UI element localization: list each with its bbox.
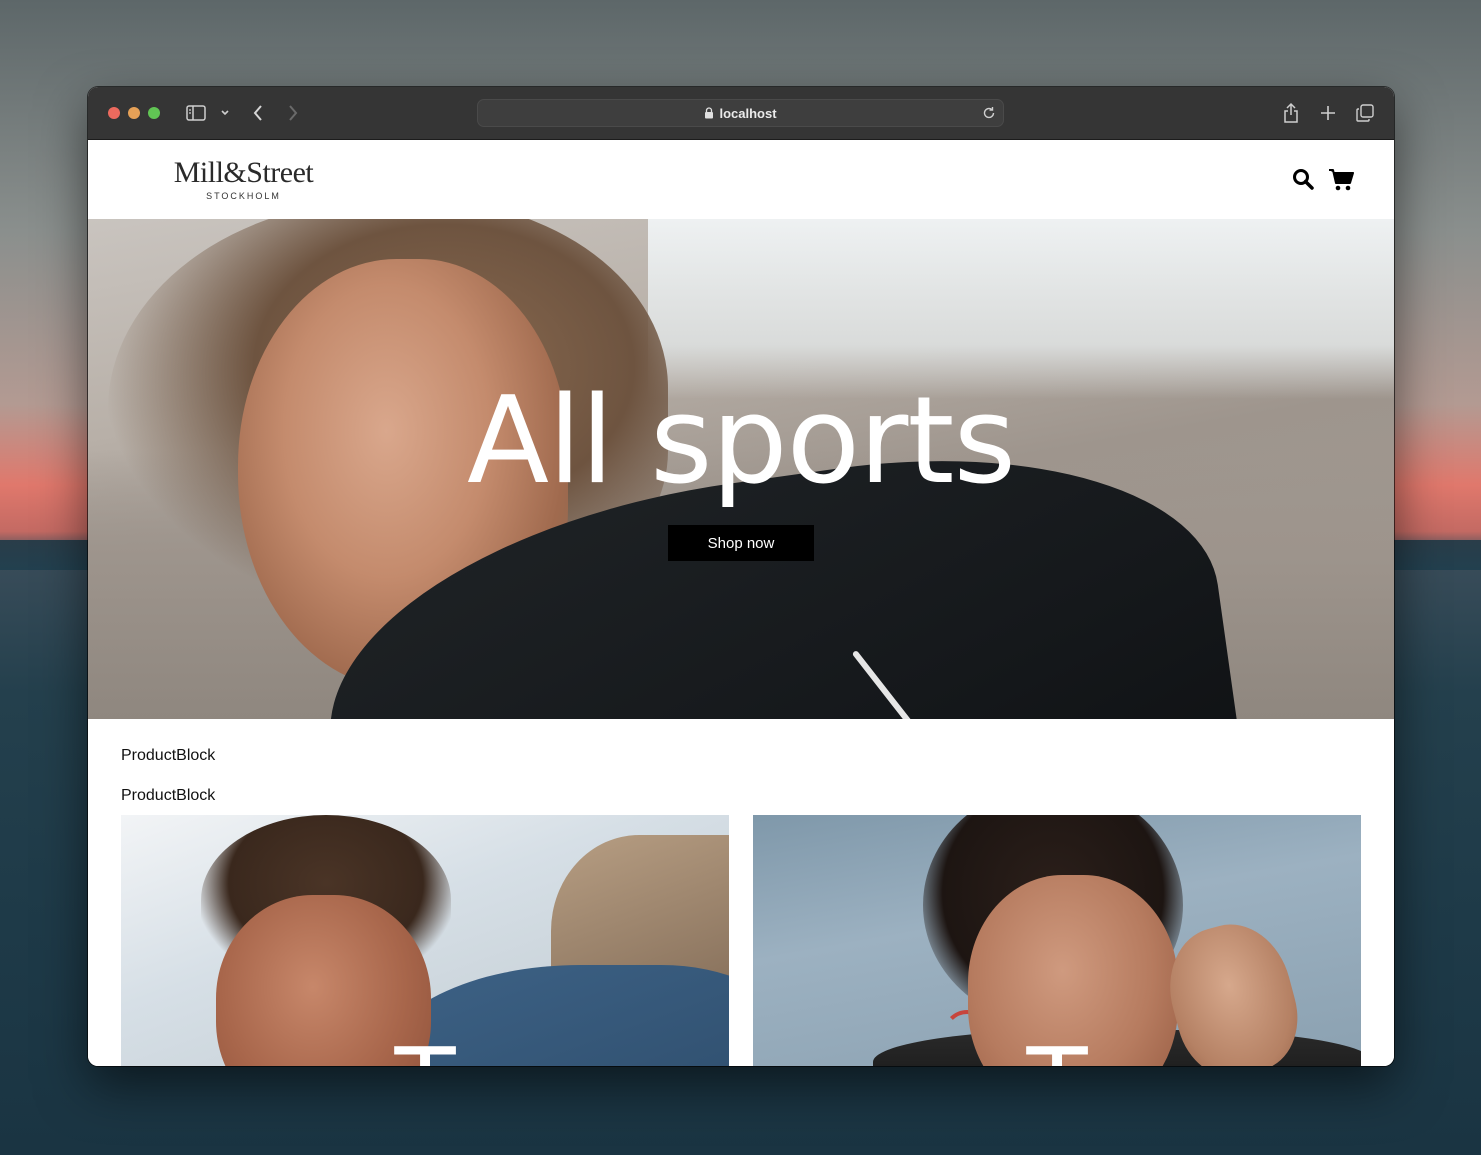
logo-subtitle: STOCKHOLM <box>206 191 281 201</box>
chevron-down-icon[interactable] <box>218 101 232 125</box>
address-bar[interactable]: localhost <box>477 99 1004 127</box>
reload-icon[interactable] <box>981 105 997 121</box>
product-block-label: ProductBlock <box>121 747 216 764</box>
category-card-men[interactable]: T <box>121 815 729 1066</box>
lock-icon <box>704 107 714 119</box>
tabs-icon[interactable] <box>1354 101 1376 125</box>
category-card-women[interactable]: T <box>753 815 1361 1066</box>
shop-now-button[interactable]: Shop now <box>668 525 814 561</box>
card-title: T <box>753 1035 1361 1067</box>
site-header: Mill&Street STOCKHOLM <box>88 140 1394 219</box>
browser-toolbar: localhost <box>88 87 1394 140</box>
address-url: localhost <box>719 105 777 121</box>
site-logo[interactable]: Mill&Street STOCKHOLM <box>156 156 331 201</box>
browser-window: localhost Mill&Street STOCKHOLM All spor… <box>88 87 1394 1066</box>
share-icon[interactable] <box>1280 101 1302 125</box>
hero-banner: All sports Shop now <box>88 219 1394 719</box>
sidebar-icon[interactable] <box>185 101 207 125</box>
forward-icon[interactable] <box>283 101 303 125</box>
close-window-button[interactable] <box>108 107 120 119</box>
hero-title: All sports <box>467 372 1016 511</box>
maximize-window-button[interactable] <box>148 107 160 119</box>
page-viewport: Mill&Street STOCKHOLM All sports Shop no… <box>88 140 1394 1066</box>
cart-icon[interactable] <box>1328 168 1354 192</box>
back-icon[interactable] <box>248 101 268 125</box>
plus-icon[interactable] <box>1317 101 1339 125</box>
search-icon[interactable] <box>1292 168 1314 190</box>
minimize-window-button[interactable] <box>128 107 140 119</box>
card-title: T <box>121 1035 729 1067</box>
product-block-label: ProductBlock <box>121 787 216 804</box>
logo-wordmark: Mill&Street <box>173 156 314 189</box>
